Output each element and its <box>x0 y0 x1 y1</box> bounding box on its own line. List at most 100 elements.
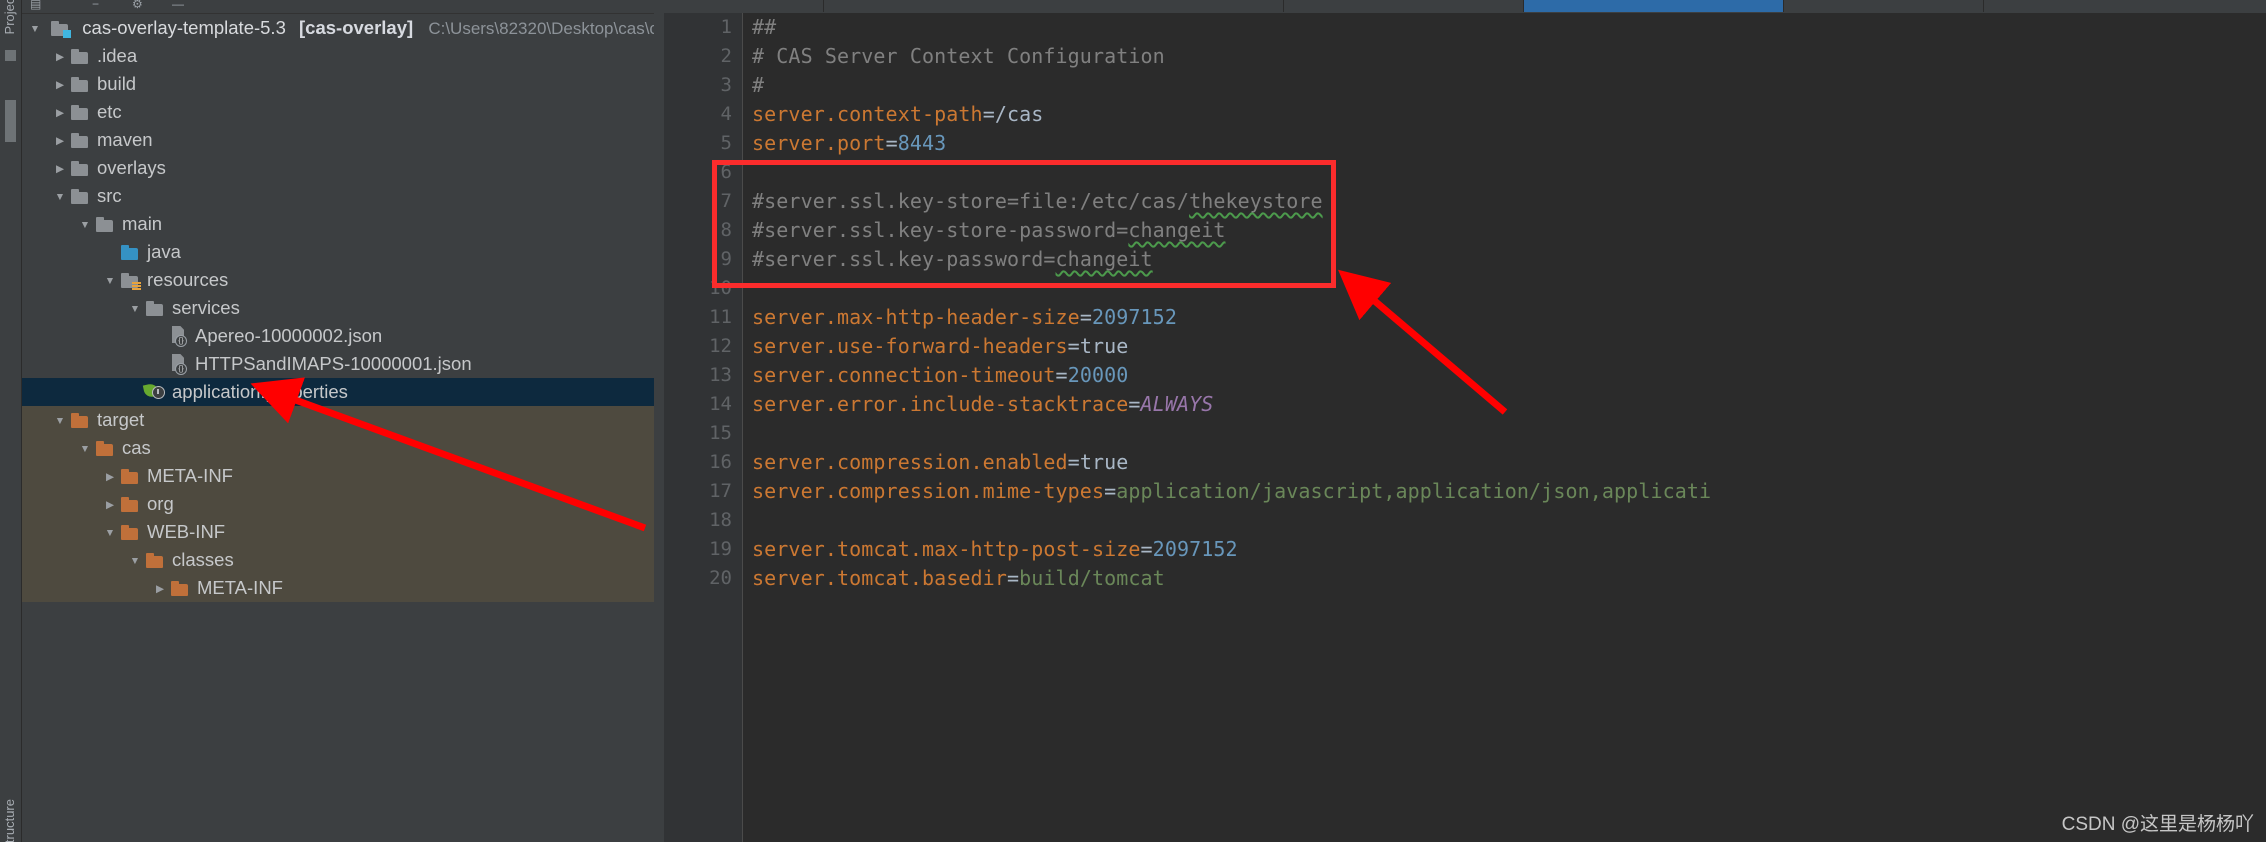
chevron-down-icon[interactable] <box>126 547 144 575</box>
tree-row-label: etc <box>97 101 122 122</box>
editor-tab-3[interactable] <box>1284 0 1524 12</box>
line-number-7[interactable]: 7 <box>721 187 732 216</box>
code-line-19: server.tomcat.max-http-post-size=2097152 <box>752 537 1238 561</box>
folder-icon <box>69 76 91 93</box>
tree-row-label: application.properties <box>172 381 348 402</box>
code-line-2: # CAS Server Context Configuration <box>752 44 1165 68</box>
tree-row-services[interactable]: services <box>22 294 654 322</box>
folder-orange-icon <box>119 524 141 541</box>
tree-row-web-inf[interactable]: WEB-INF <box>22 518 654 546</box>
line-number-18[interactable]: 18 <box>709 506 732 535</box>
line-number-10[interactable]: 10 <box>709 274 732 303</box>
tool-window-button-icon-1[interactable] <box>5 50 16 61</box>
line-number-20[interactable]: 20 <box>709 564 732 593</box>
folder-icon <box>94 216 116 233</box>
chevron-right-icon[interactable] <box>51 43 69 71</box>
tree-row-classes[interactable]: classes <box>22 546 654 574</box>
chevron-down-icon[interactable] <box>101 519 119 547</box>
chevron-down-icon[interactable] <box>51 407 69 435</box>
tree-row-label: cas <box>122 437 151 458</box>
code-line-3: # <box>752 73 765 97</box>
chevron-down-icon[interactable] <box>76 211 94 239</box>
project-view-selector-icon[interactable]: ▤ <box>30 0 41 11</box>
tool-window-button-structure[interactable]: Structure <box>2 799 17 842</box>
line-number-1[interactable]: 1 <box>721 13 732 42</box>
chevron-right-icon[interactable] <box>51 99 69 127</box>
chevron-down-icon[interactable] <box>101 267 119 295</box>
folder-orange-icon <box>94 440 116 457</box>
editor-line-number-gutter[interactable]: 1 2 3 4 5 6 7 8 9 10 11 12 13 14 15 16 17 18 19 20 <box>664 13 742 842</box>
tool-window-button-project[interactable]: Project <box>2 0 17 34</box>
tree-row-meta-inf[interactable]: META-INF <box>22 462 654 490</box>
tree-row-httpsandimaps-10000001-json[interactable]: {} HTTPSandIMAPS-10000001.json <box>22 350 654 378</box>
tree-row-project-root[interactable]: cas-overlay-template-5.3 [cas-overlay] C… <box>22 14 654 42</box>
tree-row-label: classes <box>172 549 234 570</box>
tree-row-label: META-INF <box>147 465 233 486</box>
tree-row-target[interactable]: target <box>22 406 654 434</box>
line-number-19[interactable]: 19 <box>709 535 732 564</box>
tree-row-org[interactable]: org <box>22 490 654 518</box>
tree-row-apereo-10000002-json[interactable]: {} Apereo-10000002.json <box>22 322 654 350</box>
tree-row-overlays[interactable]: overlays <box>22 154 654 182</box>
code-line-9: #server.ssl.key-password=changeit <box>752 247 1153 271</box>
chevron-right-icon[interactable] <box>151 575 169 603</box>
code-line-1: ## <box>752 15 777 39</box>
folder-orange-icon <box>69 412 91 429</box>
folder-icon <box>69 132 91 149</box>
tree-row-resources[interactable]: resources <box>22 266 654 294</box>
chevron-down-icon[interactable] <box>76 435 94 463</box>
chevron-down-icon[interactable] <box>26 15 44 43</box>
line-number-13[interactable]: 13 <box>709 361 732 390</box>
chevron-down-icon[interactable] <box>126 295 144 323</box>
hide-pane-icon[interactable]: — <box>172 0 184 11</box>
editor-tab-1[interactable] <box>664 0 824 12</box>
folder-icon <box>69 104 91 121</box>
line-number-4[interactable]: 4 <box>721 100 732 129</box>
chevron-down-icon[interactable] <box>51 183 69 211</box>
line-number-11[interactable]: 11 <box>709 303 732 332</box>
tree-row-meta-inf[interactable]: META-INF <box>22 574 654 602</box>
line-number-2[interactable]: 2 <box>721 42 732 71</box>
project-root-name: cas-overlay-template-5.3 <box>82 17 286 38</box>
line-number-3[interactable]: 3 <box>721 71 732 100</box>
tree-row-label: src <box>97 185 122 206</box>
chevron-right-icon[interactable] <box>51 127 69 155</box>
project-pane-toolbar: ▤ − ⚙ — <box>22 0 654 14</box>
tree-row-application-properties[interactable]: application.properties <box>22 378 654 406</box>
code-line-4: server.context-path=/cas <box>752 102 1044 126</box>
line-number-15[interactable]: 15 <box>709 419 732 448</box>
tool-window-button-icon-2[interactable] <box>5 100 16 142</box>
collapse-all-icon[interactable]: − <box>92 0 99 11</box>
folder-orange-icon <box>169 580 191 597</box>
chevron-right-icon[interactable] <box>101 491 119 519</box>
tree-row-src[interactable]: src <box>22 182 654 210</box>
tree-row-java[interactable]: java <box>22 238 654 266</box>
chevron-right-icon[interactable] <box>51 71 69 99</box>
editor-code-content[interactable]: ## # CAS Server Context Configuration # … <box>743 13 2266 842</box>
line-number-16[interactable]: 16 <box>709 448 732 477</box>
tree-row-maven[interactable]: maven <box>22 126 654 154</box>
settings-gear-icon[interactable]: ⚙ <box>132 0 143 11</box>
line-number-12[interactable]: 12 <box>709 332 732 361</box>
line-number-14[interactable]: 14 <box>709 390 732 419</box>
project-file-tree[interactable]: cas-overlay-template-5.3 [cas-overlay] C… <box>22 14 654 842</box>
tree-row-label: org <box>147 493 174 514</box>
line-number-17[interactable]: 17 <box>709 477 732 506</box>
tree-row-build[interactable]: build <box>22 70 654 98</box>
code-line-16: server.compression.enabled=true <box>752 450 1129 474</box>
editor-tab-2[interactable] <box>824 0 1284 12</box>
chevron-right-icon[interactable] <box>51 155 69 183</box>
line-number-5[interactable]: 5 <box>721 129 732 158</box>
chevron-right-icon[interactable] <box>101 463 119 491</box>
tree-row-etc[interactable]: etc <box>22 98 654 126</box>
tree-row-main[interactable]: main <box>22 210 654 238</box>
line-number-9[interactable]: 9 <box>721 245 732 274</box>
tree-row-idea[interactable]: .idea <box>22 42 654 70</box>
tree-row-cas[interactable]: cas <box>22 434 654 462</box>
tree-row-label: META-INF <box>197 577 283 598</box>
editor-tab-5[interactable] <box>1784 0 1984 12</box>
folder-orange-icon <box>119 496 141 513</box>
editor-tab-active-application-properties[interactable] <box>1524 0 1784 12</box>
line-number-6[interactable]: 6 <box>721 158 732 187</box>
line-number-8[interactable]: 8 <box>721 216 732 245</box>
